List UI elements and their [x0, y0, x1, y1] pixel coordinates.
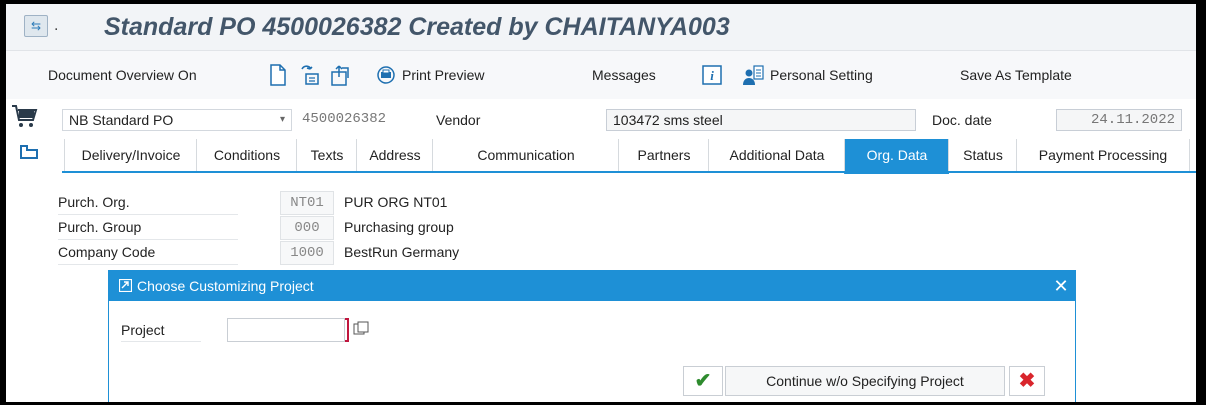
confirm-button[interactable]: ✔: [683, 366, 723, 396]
window-title: Standard PO 4500026382 Created by CHAITA…: [104, 13, 730, 41]
tab-delivery-invoice[interactable]: Delivery/Invoice: [64, 139, 197, 171]
tab-additional-data[interactable]: Additional Data: [708, 139, 845, 171]
personal-setting-label: Personal Setting: [770, 67, 873, 83]
dialog-window-icon: [119, 279, 132, 292]
tab-list-button[interactable]: [18, 143, 40, 161]
doc-date-field[interactable]: 24.11.2022: [1056, 109, 1182, 131]
document-type-select[interactable]: NB Standard PO ▾: [62, 109, 292, 131]
purch-org-desc: PUR ORG NT01: [344, 194, 448, 210]
print-preview-icon: [376, 65, 396, 85]
purch-group-code: 000: [280, 216, 334, 240]
hold-icon: [298, 63, 322, 87]
close-icon[interactable]: ✕: [1051, 271, 1071, 301]
purch-group-desc: Purchasing group: [344, 219, 454, 235]
choose-customizing-project-dialog: Choose Customizing Project ✕ Project ✔ C…: [108, 270, 1076, 402]
checkmark-icon: ✔: [694, 370, 712, 392]
purch-group-label: Purch. Group: [58, 216, 238, 240]
document-type-value: NB Standard PO: [69, 112, 174, 128]
tab-texts[interactable]: Texts: [296, 139, 357, 171]
tab-address[interactable]: Address: [356, 139, 433, 171]
transaction-icon[interactable]: ⇆: [24, 15, 48, 37]
tab-strip: Delivery/Invoice Conditions Texts Addres…: [6, 139, 1196, 175]
tab-payment-processing[interactable]: Payment Processing: [1016, 139, 1190, 171]
new-document-button[interactable]: [268, 51, 288, 99]
project-label: Project: [121, 319, 201, 342]
personal-setting-button[interactable]: Personal Setting: [742, 51, 873, 99]
dialog-title: Choose Customizing Project: [137, 278, 314, 294]
tab-partners[interactable]: Partners: [618, 139, 709, 171]
chevron-down-icon: ▾: [279, 114, 285, 125]
print-preview-button[interactable]: Print Preview: [376, 51, 484, 99]
vendor-label: Vendor: [436, 112, 481, 128]
hold-button[interactable]: [298, 51, 322, 99]
system-menu[interactable]: ⇆ .: [24, 14, 64, 38]
doc-date-label: Doc. date: [932, 112, 992, 128]
menu-dot-icon[interactable]: .: [54, 16, 58, 36]
vendor-field[interactable]: 103472 sms steel: [606, 109, 916, 131]
document-header: NB Standard PO ▾ 4500026382 Vendor 10347…: [6, 105, 1196, 135]
document-overview-button[interactable]: Document Overview On: [48, 51, 197, 99]
value-help-icon[interactable]: [353, 321, 369, 337]
other-document-icon: [328, 63, 352, 87]
sap-window: ⇆ . Standard PO 4500026382 Created by CH…: [6, 4, 1196, 402]
tab-org-data[interactable]: Org. Data: [844, 139, 949, 174]
messages-button[interactable]: Messages: [592, 51, 656, 99]
application-toolbar: Document Overview On Print Preview Messa…: [6, 51, 1196, 99]
tab-list-icon: [20, 145, 38, 159]
new-document-icon: [268, 63, 288, 87]
cancel-icon: ✖: [1018, 370, 1036, 392]
save-as-template-button[interactable]: Save As Template: [960, 51, 1072, 99]
personal-setting-icon: [742, 64, 764, 86]
tab-conditions[interactable]: Conditions: [196, 139, 297, 171]
company-code-code: 1000: [280, 241, 334, 265]
continue-without-project-button[interactable]: Continue w/o Specifying Project: [725, 366, 1005, 396]
company-code-label: Company Code: [58, 241, 238, 265]
info-icon: i: [702, 65, 722, 85]
shopping-cart-icon: [12, 105, 38, 127]
svg-text:i: i: [710, 68, 714, 83]
project-input[interactable]: [227, 318, 345, 342]
other-document-button[interactable]: [328, 51, 352, 99]
tab-communication[interactable]: Communication: [432, 139, 619, 171]
company-code-desc: BestRun Germany: [344, 244, 460, 260]
tab-underline: [62, 171, 1196, 173]
po-number-field: 4500026382: [296, 109, 424, 131]
purch-org-code: NT01: [280, 191, 334, 215]
tab-status[interactable]: Status: [948, 139, 1017, 171]
title-bar: ⇆ . Standard PO 4500026382 Created by CH…: [6, 4, 1196, 51]
print-preview-label: Print Preview: [402, 67, 485, 83]
dialog-title-bar: Choose Customizing Project ✕: [109, 271, 1075, 301]
shopping-cart-button[interactable]: [10, 103, 38, 129]
cancel-button[interactable]: ✖: [1009, 366, 1045, 396]
info-button[interactable]: i: [702, 51, 722, 99]
purch-org-label: Purch. Org.: [58, 191, 238, 215]
